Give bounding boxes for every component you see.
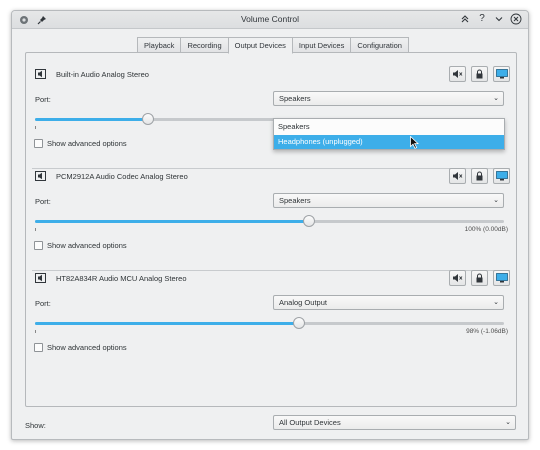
port-label: Port: [35, 95, 51, 104]
advanced-options-checkbox[interactable] [34, 343, 43, 352]
mute-icon [453, 172, 463, 180]
speaker-device-icon [35, 171, 46, 181]
tab-configuration[interactable]: Configuration [350, 37, 409, 53]
mute-icon [453, 274, 463, 282]
port-option-headphones[interactable]: Headphones (unplugged) [274, 135, 504, 149]
close-icon[interactable] [510, 13, 522, 25]
set-default-button[interactable] [493, 270, 510, 286]
output-devices-panel: Built-in Audio Analog Stereo Port: Speak… [25, 52, 517, 407]
port-select-value: Speakers [279, 196, 311, 205]
help-icon[interactable]: ? [476, 13, 488, 25]
advanced-options-checkbox[interactable] [34, 139, 43, 148]
port-label: Port: [35, 299, 51, 308]
device-ht82a834r: HT82A834R Audio MCU Analog Stereo Port: … [26, 257, 516, 357]
lock-icon [476, 171, 483, 181]
lock-icon [476, 273, 483, 283]
volume-slider-handle[interactable] [141, 113, 154, 125]
lock-channels-button[interactable] [471, 270, 488, 286]
lock-channels-button[interactable] [471, 66, 488, 82]
show-filter-value: All Output Devices [279, 418, 341, 427]
port-label: Port: [35, 197, 51, 206]
port-select[interactable]: Speakers ⌄ [273, 91, 504, 106]
set-default-button[interactable] [493, 168, 510, 184]
port-select[interactable]: Analog Output ⌄ [273, 295, 504, 310]
show-label: Show: [25, 421, 46, 430]
tab-output-devices[interactable]: Output Devices [227, 37, 293, 54]
speaker-device-icon [35, 69, 46, 79]
advanced-options-label: Show advanced options [47, 343, 127, 352]
tab-bar: Playback Recording Output Devices Input … [137, 37, 409, 54]
chevron-down-icon: ⌄ [493, 197, 499, 204]
port-select[interactable]: Speakers ⌄ [273, 193, 504, 208]
device-name: PCM2912A Audio Codec Analog Stereo [56, 172, 188, 181]
chevron-down-icon: ⌄ [493, 95, 499, 102]
lock-icon [476, 69, 483, 79]
window-title: Volume Control [240, 14, 300, 24]
advanced-options-checkbox[interactable] [34, 241, 43, 250]
lock-channels-button[interactable] [471, 168, 488, 184]
device-name: HT82A834R Audio MCU Analog Stereo [56, 274, 187, 283]
volume-slider[interactable] [35, 317, 504, 329]
tab-input-devices[interactable]: Input Devices [291, 37, 352, 53]
device-name: Built-in Audio Analog Stereo [56, 70, 149, 79]
monitor-icon [495, 69, 508, 79]
mute-button[interactable] [449, 66, 466, 82]
speaker-device-icon [35, 273, 46, 283]
volume-slider-handle[interactable] [303, 215, 316, 227]
advanced-options-label: Show advanced options [47, 139, 127, 148]
mouse-cursor-icon [410, 136, 419, 149]
advanced-options-toggle[interactable]: Show advanced options [34, 139, 127, 148]
keep-above-icon[interactable] [459, 13, 471, 25]
advanced-options-toggle[interactable]: Show advanced options [34, 241, 127, 250]
advanced-options-toggle[interactable]: Show advanced options [34, 343, 127, 352]
port-select-value: Analog Output [279, 298, 327, 307]
tab-recording[interactable]: Recording [180, 37, 229, 53]
title-bar: Volume Control ? [12, 11, 528, 29]
volume-control-window: Volume Control ? Playback Recording Outp… [11, 10, 529, 440]
device-pcm2912a: PCM2912A Audio Codec Analog Stereo Port:… [26, 155, 516, 255]
volume-slider[interactable] [35, 215, 504, 227]
port-option-speakers[interactable]: Speakers [274, 120, 504, 134]
mute-button[interactable] [449, 168, 466, 184]
advanced-options-label: Show advanced options [47, 241, 127, 250]
monitor-icon [495, 273, 508, 283]
set-default-button[interactable] [493, 66, 510, 82]
show-filter-select[interactable]: All Output Devices ⌄ [273, 415, 516, 430]
volume-readout: 100% (0.00dB) [464, 226, 508, 233]
monitor-icon [495, 171, 508, 181]
chevron-down-icon: ⌄ [505, 419, 511, 426]
volume-readout: 98% (-1.06dB) [466, 328, 508, 335]
tab-playback[interactable]: Playback [137, 37, 182, 53]
mute-button[interactable] [449, 270, 466, 286]
mute-icon [453, 70, 463, 78]
volume-slider-handle[interactable] [292, 317, 305, 329]
chevron-down-icon: ⌄ [493, 299, 499, 306]
port-dropdown-list: Speakers Headphones (unplugged) [273, 118, 505, 150]
minimize-icon[interactable] [493, 13, 505, 25]
port-select-value: Speakers [279, 94, 311, 103]
